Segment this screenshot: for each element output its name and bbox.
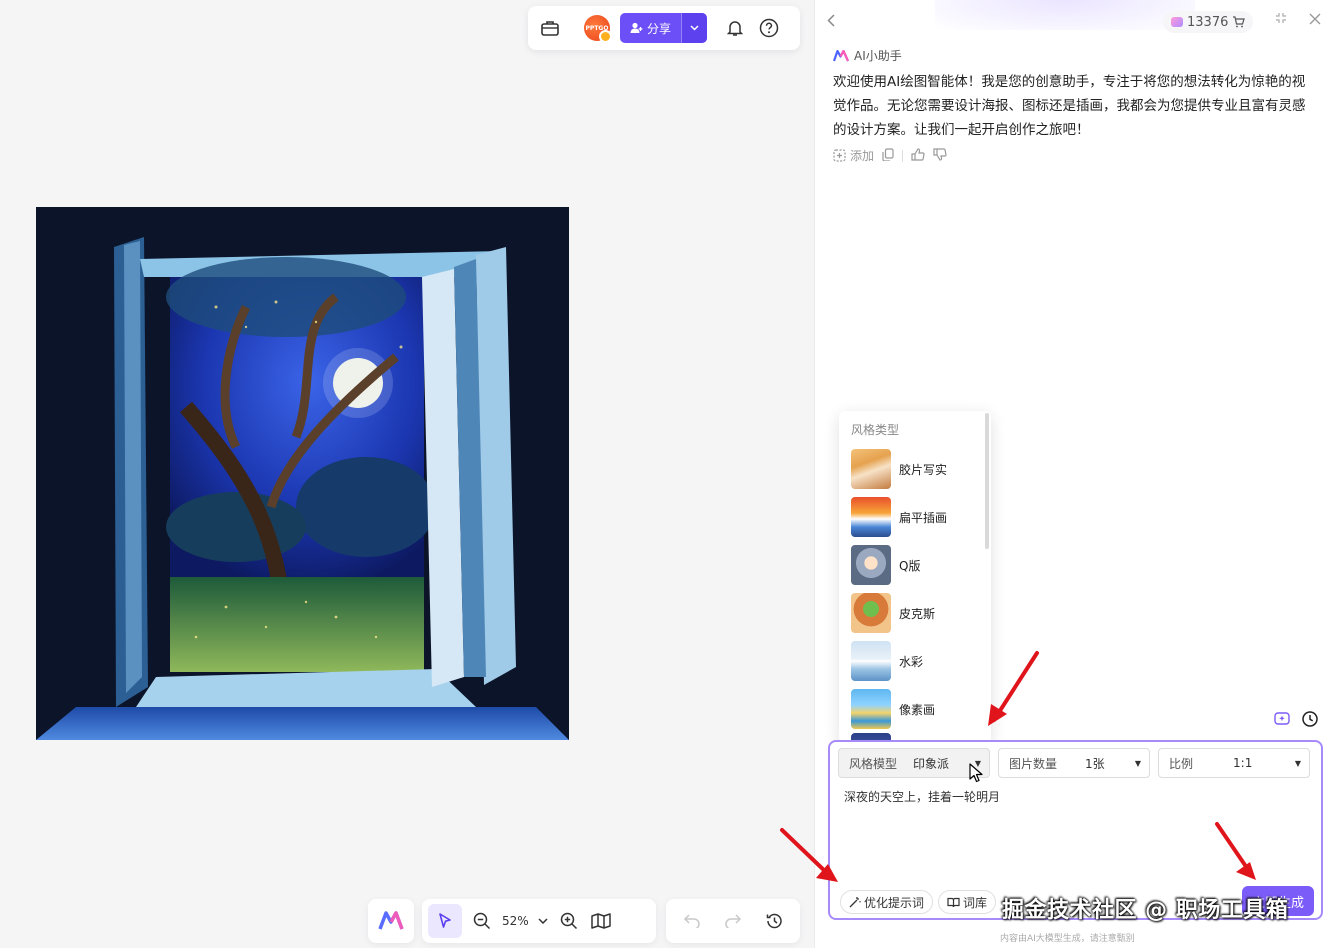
caret-down-icon: ▼ — [1294, 758, 1301, 768]
shrink-icon[interactable] — [1275, 12, 1287, 28]
canvas-tools-bar: 52% — [422, 899, 656, 943]
welcome-message: 欢迎使用AI绘图智能体！我是您的创意助手，专注于将您的想法转化为惊艳的视觉作品。… — [833, 74, 1306, 138]
annotation-arrow — [1215, 822, 1256, 880]
prompt-input[interactable]: 深夜的天空上，挂着一轮明月 — [844, 788, 1000, 805]
style-option-chibi[interactable]: Q版 — [839, 541, 991, 589]
image-count-label: 图片数量 — [1009, 756, 1058, 771]
zoom-out-icon[interactable] — [470, 909, 494, 933]
generation-options: 风格模型 印象派 ▼ 图片数量 1张 ▼ 比例 1:1 ▼ — [838, 748, 1310, 778]
watermark: 掘金技术社区 @ 职场工具箱 — [1002, 898, 1289, 923]
aspect-ratio-label: 比例 — [1169, 756, 1194, 771]
style-option-watercolor[interactable]: 水彩 — [839, 637, 991, 685]
share-button[interactable]: 分享 — [620, 13, 708, 43]
style-thumbnail — [851, 689, 891, 729]
top-toolbar: PPTGO 分享 — [528, 6, 800, 50]
image-count-select[interactable]: 图片数量 1张 ▼ — [998, 748, 1150, 778]
cart-icon — [1233, 16, 1246, 28]
gem-icon — [1171, 17, 1183, 27]
canvas-area[interactable]: PPTGO 分享 52% — [0, 0, 814, 948]
optimize-label: 优化提示词 — [864, 895, 925, 910]
style-model-label: 风格模型 — [849, 756, 898, 771]
style-thumbnail — [851, 545, 891, 585]
select-tool-button[interactable] — [428, 904, 462, 938]
style-thumbnail — [851, 593, 891, 633]
style-thumbnail — [851, 497, 891, 537]
style-option-pixar[interactable]: 皮克斯 — [839, 589, 991, 637]
style-thumbnail — [851, 449, 891, 489]
lexicon-label: 词库 — [963, 895, 988, 910]
copy-icon[interactable] — [882, 147, 894, 164]
add-label: 添加 — [850, 149, 875, 163]
ai-disclaimer: 内容由AI大模型生成，请注意甄别 — [1000, 934, 1135, 944]
ai-chat-icon[interactable] — [1273, 710, 1291, 728]
style-type-menu: 风格类型 胶片写实 扁平插画 Q版 皮克斯 水彩 像素画 — [839, 411, 991, 745]
share-dropdown-button[interactable] — [681, 13, 708, 43]
style-option-pixel-art[interactable]: 像素画 — [839, 685, 991, 733]
style-option-flat-illustration[interactable]: 扁平插画 — [839, 493, 991, 541]
caret-down-icon: ▼ — [1134, 758, 1141, 768]
style-list: 胶片写实 扁平插画 Q版 皮克斯 水彩 像素画 — [839, 445, 991, 745]
add-to-canvas-icon — [833, 149, 846, 162]
aspect-ratio-value: 1:1 — [1233, 756, 1253, 770]
lexicon-button[interactable]: 词库 — [938, 890, 997, 914]
message-actions: 添加 — [833, 147, 947, 164]
style-option-label: 胶片写实 — [899, 462, 948, 477]
account-avatar[interactable]: PPTGO — [584, 15, 612, 43]
style-menu-title: 风格类型 — [851, 423, 900, 437]
brand-logo-icon — [378, 911, 404, 930]
style-option-label: 皮克斯 — [899, 606, 936, 621]
book-icon — [947, 897, 960, 907]
redo-icon[interactable] — [721, 909, 745, 933]
style-option-film-realism[interactable]: 胶片写实 — [839, 445, 991, 493]
thumbs-down-icon[interactable] — [933, 147, 947, 164]
style-option-label: 像素画 — [899, 702, 936, 717]
briefcase-icon[interactable] — [538, 16, 562, 40]
optimize-prompt-button[interactable]: 优化提示词 — [840, 890, 934, 914]
undo-icon[interactable] — [680, 909, 704, 933]
share-label: 分享 — [647, 21, 672, 36]
style-thumbnail — [851, 641, 891, 681]
chevron-down-icon[interactable] — [537, 909, 549, 933]
assistant-logo-icon — [833, 49, 849, 61]
style-option-label: 扁平插画 — [899, 510, 948, 525]
style-option-label: Q版 — [899, 558, 921, 573]
assistant-name: AI小助手 — [854, 49, 902, 63]
thumbs-up-icon[interactable] — [911, 147, 925, 164]
style-model-value: 印象派 — [913, 756, 950, 771]
annotation-arrow — [780, 828, 838, 882]
generated-image[interactable] — [36, 207, 569, 740]
moonlit-window-painting — [36, 207, 569, 740]
add-button[interactable]: 添加 — [833, 147, 874, 164]
credits-value: 13376 — [1187, 14, 1229, 30]
map-icon[interactable] — [589, 909, 613, 933]
user-add-icon — [630, 22, 643, 33]
aspect-ratio-select[interactable]: 比例 1:1 ▼ — [1158, 748, 1310, 778]
credits-badge[interactable]: 13376 — [1163, 11, 1254, 33]
panel-header: 13376 — [815, 8, 1338, 36]
scrollbar[interactable] — [985, 413, 989, 549]
history-icon[interactable] — [762, 909, 786, 933]
zoom-level[interactable]: 52% — [502, 914, 529, 928]
zoom-in-icon[interactable] — [557, 909, 581, 933]
brand-logo-button[interactable] — [368, 899, 414, 943]
assistant-header: AI小助手 — [833, 47, 902, 64]
image-count-value: 1张 — [1085, 756, 1105, 771]
help-icon[interactable] — [757, 16, 781, 40]
history-bar — [666, 899, 800, 943]
divider — [902, 149, 904, 162]
clock-icon[interactable] — [1301, 710, 1319, 728]
chevron-down-icon — [690, 25, 699, 31]
back-icon[interactable] — [827, 12, 835, 31]
bell-icon[interactable] — [723, 16, 747, 40]
style-model-select[interactable]: 风格模型 印象派 ▼ — [838, 748, 990, 778]
quick-tools — [1273, 710, 1319, 728]
cursor-arrow-icon — [439, 913, 451, 928]
magic-wand-icon — [849, 897, 861, 908]
close-icon[interactable] — [1309, 10, 1321, 30]
style-option-label: 水彩 — [899, 654, 924, 669]
annotation-arrow — [988, 651, 1039, 726]
mouse-cursor-icon — [969, 763, 983, 783]
